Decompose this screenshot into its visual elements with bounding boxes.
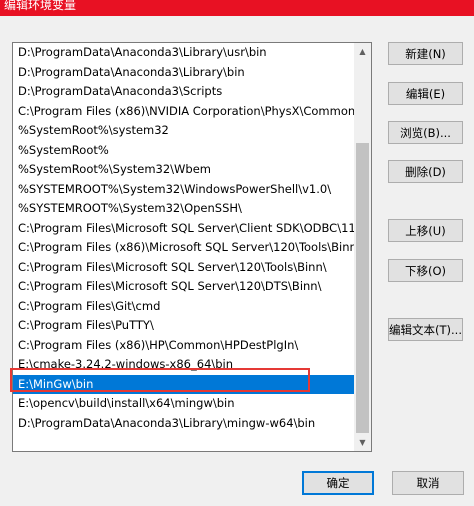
scroll-up-icon[interactable]: ▲ bbox=[354, 43, 371, 60]
browse-button[interactable]: 浏览(B)... bbox=[388, 121, 463, 144]
edit-button[interactable]: 编辑(E) bbox=[388, 82, 463, 105]
path-list-item[interactable]: C:\Program Files (x86)\HP\Common\HPDestP… bbox=[13, 336, 356, 356]
path-list-item[interactable]: C:\Program Files\Microsoft SQL Server\12… bbox=[13, 277, 356, 297]
path-list-item[interactable]: C:\Program Files\Microsoft SQL Server\Cl… bbox=[13, 219, 356, 239]
path-list-rows: D:\ProgramData\Anaconda3\Library\usr\bin… bbox=[13, 43, 356, 433]
path-list-item[interactable]: E:\cmake-3.24.2-windows-x86_64\bin bbox=[13, 355, 356, 375]
path-list-item[interactable]: E:\MinGw\bin bbox=[13, 374, 356, 394]
path-list-item[interactable]: C:\Program Files\Git\cmd bbox=[13, 297, 356, 317]
path-list-item[interactable]: D:\ProgramData\Anaconda3\Library\mingw-w… bbox=[13, 414, 356, 434]
path-list-item[interactable]: D:\ProgramData\Anaconda3\Library\bin bbox=[13, 63, 356, 83]
scroll-thumb[interactable] bbox=[356, 143, 369, 433]
scroll-down-icon[interactable]: ▼ bbox=[354, 434, 371, 451]
move-up-button[interactable]: 上移(U) bbox=[388, 219, 463, 242]
title-bar: 编辑环境变量 bbox=[0, 0, 474, 16]
path-list-item[interactable]: %SYSTEMROOT%\System32\OpenSSH\ bbox=[13, 199, 356, 219]
path-list-item[interactable]: %SystemRoot%\System32\Wbem bbox=[13, 160, 356, 180]
new-button[interactable]: 新建(N) bbox=[388, 42, 463, 65]
path-list-item[interactable]: %SystemRoot%\system32 bbox=[13, 121, 356, 141]
path-list-item[interactable]: C:\Program Files (x86)\NVIDIA Corporatio… bbox=[13, 102, 356, 122]
path-list-item[interactable]: D:\ProgramData\Anaconda3\Library\usr\bin bbox=[13, 43, 356, 63]
path-list-item[interactable]: C:\Program Files (x86)\Microsoft SQL Ser… bbox=[13, 238, 356, 258]
ok-button[interactable]: 确定 bbox=[302, 471, 374, 495]
window-title: 编辑环境变量 bbox=[4, 0, 77, 12]
delete-button[interactable]: 删除(D) bbox=[388, 160, 463, 183]
cancel-button[interactable]: 取消 bbox=[392, 471, 464, 495]
vertical-scrollbar[interactable]: ▲ ▼ bbox=[354, 43, 371, 451]
path-list[interactable]: D:\ProgramData\Anaconda3\Library\usr\bin… bbox=[12, 42, 372, 452]
path-list-item[interactable]: C:\Program Files\Microsoft SQL Server\12… bbox=[13, 258, 356, 278]
path-list-item[interactable]: %SystemRoot% bbox=[13, 141, 356, 161]
path-list-item[interactable]: E:\opencv\build\install\x64\mingw\bin bbox=[13, 394, 356, 414]
edit-text-button[interactable]: 编辑文本(T)... bbox=[388, 318, 463, 341]
path-list-item[interactable]: C:\Program Files\PuTTY\ bbox=[13, 316, 356, 336]
path-list-item[interactable]: D:\ProgramData\Anaconda3\Scripts bbox=[13, 82, 356, 102]
path-list-item[interactable]: %SYSTEMROOT%\System32\WindowsPowerShell\… bbox=[13, 180, 356, 200]
move-down-button[interactable]: 下移(O) bbox=[388, 259, 463, 282]
